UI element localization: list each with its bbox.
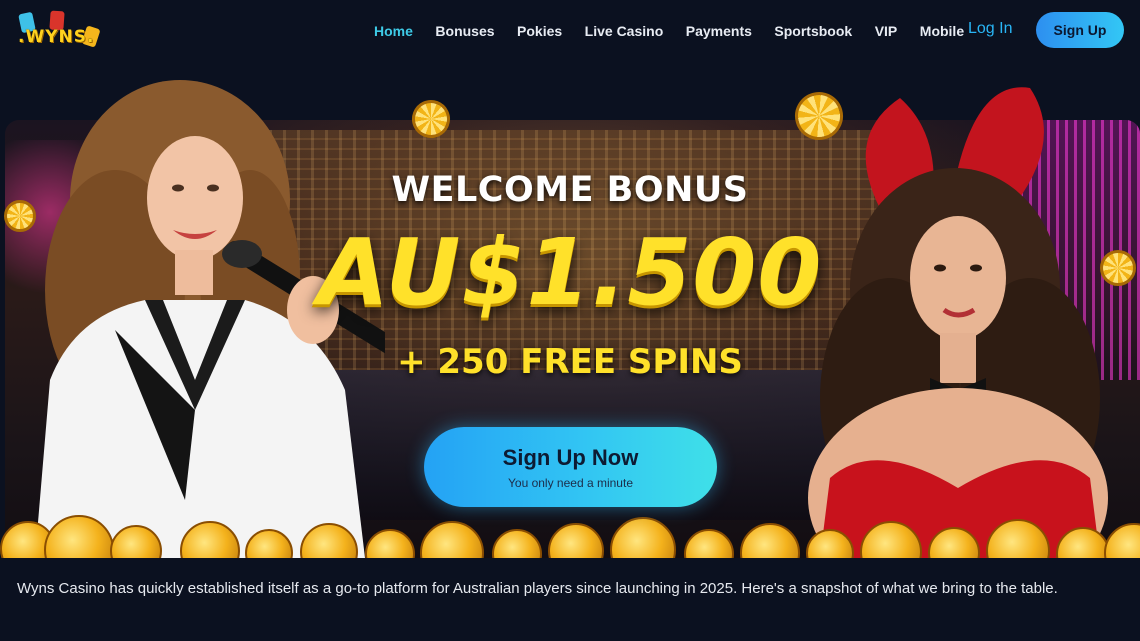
signup-button[interactable]: Sign Up xyxy=(1036,12,1124,48)
nav-bonuses[interactable]: Bonuses xyxy=(435,23,494,39)
bonus-amount: AU$1.500 xyxy=(317,219,823,326)
free-spins-text: + 250 FREE SPINS xyxy=(397,342,743,382)
nav-sportsbook[interactable]: Sportsbook xyxy=(774,23,852,39)
wyns-logo[interactable]: .WYNS. xyxy=(14,10,104,50)
gold-coins-pile xyxy=(0,515,1140,558)
top-navbar: .WYNS. Home Bonuses Pokies Live Casino P… xyxy=(0,0,1140,62)
nav-mobile[interactable]: Mobile xyxy=(920,23,964,39)
welcome-bonus-title: WELCOME BONUS xyxy=(391,170,749,210)
intro-paragraph: Wyns Casino has quickly established itse… xyxy=(17,580,1058,597)
sign-up-now-button[interactable]: Sign Up Now You only need a minute xyxy=(424,427,717,507)
cta-subtext: You only need a minute xyxy=(508,475,633,490)
cta-label: Sign Up Now xyxy=(502,444,639,470)
nav-home[interactable]: Home xyxy=(374,23,413,39)
nav-pokies[interactable]: Pokies xyxy=(517,23,562,39)
nav-vip[interactable]: VIP xyxy=(875,23,898,39)
main-nav: Home Bonuses Pokies Live Casino Payments… xyxy=(374,0,987,62)
login-link[interactable]: Log In xyxy=(968,20,1012,38)
nav-payments[interactable]: Payments xyxy=(686,23,752,39)
logo-text: .WYNS. xyxy=(18,27,95,47)
nav-live-casino[interactable]: Live Casino xyxy=(585,23,664,39)
